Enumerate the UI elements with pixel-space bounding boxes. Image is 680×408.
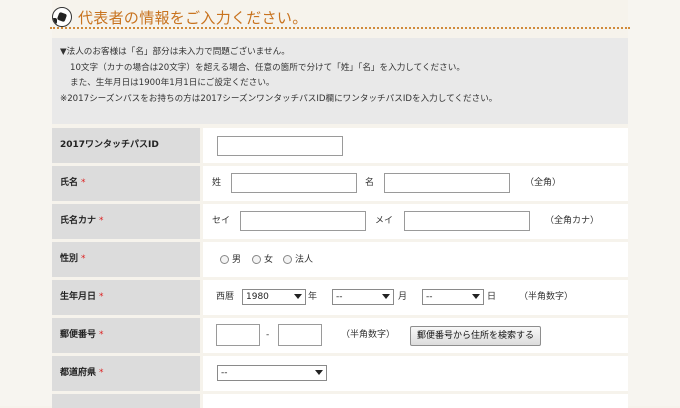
birth-month-select[interactable]: --	[332, 289, 394, 305]
gender-radio-male[interactable]	[220, 255, 229, 264]
postal-code-second-input[interactable]	[278, 324, 322, 346]
mei-kana-input[interactable]	[404, 211, 530, 231]
prefecture-select[interactable]: --	[217, 365, 327, 381]
form-row-prefecture: 都道府県 * --	[52, 356, 628, 391]
chevron-down-icon	[382, 294, 390, 299]
pass-id-cell	[203, 128, 628, 163]
name-note: （全角）	[525, 178, 562, 188]
era-label: 西暦	[216, 292, 235, 302]
section-title: 代表者の情報をご入力ください。	[78, 9, 308, 27]
sei-label: 姓	[212, 178, 222, 188]
gender-label: 性別 *	[52, 242, 200, 277]
required-mark: *	[99, 368, 104, 378]
form-row-name: 氏名 * 姓 名 （全角）	[52, 166, 628, 201]
birthday-label: 生年月日 *	[52, 280, 200, 315]
notice-line: また、生年月日は1900年1月1日にご設定ください。	[70, 78, 275, 88]
prefecture-label: 都道府県 *	[52, 356, 200, 391]
soccer-ball-icon	[52, 7, 72, 27]
postal-note: （半角数字）	[341, 330, 396, 340]
representative-form: 2017ワンタッチパスID 氏名 * 姓 名 （全角） 氏名カナ * セイ メイ （…	[52, 128, 628, 408]
day-unit: 日	[487, 292, 497, 302]
page-background-right	[628, 0, 680, 406]
birth-year-select[interactable]: 1980	[242, 289, 306, 305]
kana-note: （全角カナ）	[545, 216, 600, 226]
gender-cell: 男 女 法人	[203, 242, 628, 277]
kana-cell: セイ メイ （全角カナ）	[203, 204, 628, 239]
required-mark: *	[81, 178, 86, 188]
chevron-down-icon	[294, 294, 302, 299]
birthday-note: （半角数字）	[519, 292, 574, 302]
chevron-down-icon	[315, 370, 323, 375]
sei-input[interactable]	[231, 173, 357, 193]
notice-line: ▼法人のお客様は「名」部分は未入力で問題ございません。	[60, 47, 290, 57]
notice-line: 10文字（カナの場合は20文字）を超える場合、任意の箇所で分けて「姓」「名」を入…	[70, 62, 465, 73]
postal-separator: -	[266, 330, 270, 340]
postal-search-button[interactable]: 郵便番号から住所を検索する	[410, 326, 542, 346]
gender-radio-corporate[interactable]	[283, 255, 292, 264]
mei-label: 名	[365, 178, 375, 188]
birthday-cell: 西暦 1980 年 -- 月 -- 日 （半角数字）	[203, 280, 628, 315]
postal-label: 郵便番号 *	[52, 318, 200, 353]
kana-label: 氏名カナ *	[52, 204, 200, 239]
mei-kana-label: メイ	[375, 216, 394, 226]
sei-kana-label: セイ	[212, 216, 231, 226]
postal-code-first-input[interactable]	[216, 324, 260, 346]
gender-option-corporate: 法人	[295, 255, 314, 265]
sei-kana-input[interactable]	[240, 211, 366, 231]
form-row-birthday: 生年月日 * 西暦 1980 年 -- 月 -- 日 （半角数字）	[52, 280, 628, 315]
birth-day-select[interactable]: --	[422, 289, 484, 305]
postal-cell: - （半角数字） 郵便番号から住所を検索する	[203, 318, 628, 353]
required-mark: *	[99, 330, 104, 340]
form-row-postal: 郵便番号 * - （半角数字） 郵便番号から住所を検索する	[52, 318, 628, 353]
page-background-left	[0, 0, 52, 406]
prefecture-cell: --	[203, 356, 628, 391]
gender-option-male: 男	[232, 255, 242, 265]
pass-id-input[interactable]	[217, 136, 343, 156]
notice-box: ▼法人のお客様は「名」部分は未入力で問題ございません。 10文字（カナの場合は2…	[52, 38, 628, 124]
notice-line: ※2017シーズンパスをお持ちの方は2017シーズンワンタッチパスID欄にワンタ…	[60, 93, 498, 104]
name-cell: 姓 名 （全角）	[203, 166, 628, 201]
year-unit: 年	[308, 292, 318, 302]
required-mark: *	[99, 216, 104, 226]
required-mark: *	[99, 292, 104, 302]
form-row-gender: 性別 * 男 女 法人	[52, 242, 628, 277]
form-row-kana: 氏名カナ * セイ メイ （全角カナ）	[52, 204, 628, 239]
gender-radio-female[interactable]	[252, 255, 261, 264]
required-mark: *	[81, 254, 86, 264]
header-divider	[50, 27, 630, 29]
chevron-down-icon	[472, 294, 480, 299]
pass-id-label: 2017ワンタッチパスID	[52, 128, 200, 163]
month-unit: 月	[398, 292, 408, 302]
mei-input[interactable]	[384, 173, 510, 193]
gender-option-female: 女	[264, 255, 274, 265]
form-row-pass-id: 2017ワンタッチパスID	[52, 128, 628, 163]
name-label: 氏名 *	[52, 166, 200, 201]
